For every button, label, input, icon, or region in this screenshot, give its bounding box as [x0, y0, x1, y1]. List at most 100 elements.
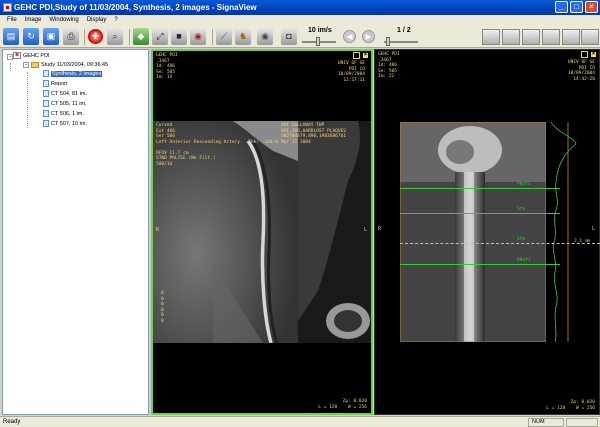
layout-1x2-button[interactable]: [502, 29, 520, 45]
patient-icon: [13, 52, 21, 60]
orientation-left: R: [378, 226, 382, 232]
speed-slider-thumb[interactable]: [316, 37, 320, 46]
measurement-value: 2.1 mm: [574, 239, 591, 244]
menu-display[interactable]: Display: [83, 15, 111, 26]
layout-2x2-button[interactable]: [542, 29, 560, 45]
diameter-profile-graph: [550, 122, 577, 342]
tree-item-series[interactable]: CT 507, 10 im.: [43, 120, 87, 128]
marker-line-sta: [400, 213, 560, 214]
orientation-left: R: [156, 227, 160, 233]
study-tree: GEHC PDI - - Study 11/03/2004, 09:36:45 …: [2, 49, 149, 415]
series-icon: [43, 120, 49, 128]
layout-4x4-button[interactable]: [581, 29, 599, 45]
tree-item-series[interactable]: CT 506, 1 im.: [43, 110, 84, 118]
toolbar-separator: [129, 29, 130, 45]
help-icon[interactable]: ✚: [88, 29, 103, 44]
toolbar-separator: [84, 29, 85, 45]
prev-icon[interactable]: ◀: [343, 30, 356, 43]
viewport-scale-ticks: 0 0 0 0 0 0: [161, 291, 164, 324]
walk-icon[interactable]: ♞: [235, 28, 251, 45]
close-viewport-icon[interactable]: ×: [362, 52, 369, 59]
window-icon[interactable]: ■: [171, 28, 187, 45]
viewport-left[interactable]: GEHC PDI .3467 Id: 486 Se: 505 Im: 14 UN…: [151, 49, 373, 415]
series-icon: [43, 90, 49, 98]
app-icon: [3, 3, 12, 12]
marker-line-stb: [400, 243, 600, 244]
toolbar-separator: [212, 29, 213, 45]
viewport-info-top-right: UNIV OF GE PDI CO 10/09/2004 12:17:11: [337, 61, 365, 83]
tree-expander[interactable]: -: [7, 54, 13, 60]
orientation-right: L: [363, 227, 367, 233]
close-button[interactable]: ×: [585, 1, 598, 13]
graph-label-sta: Sta: [517, 207, 526, 212]
page-slider-thumb[interactable]: [386, 37, 390, 46]
tree-expander[interactable]: -: [23, 62, 29, 68]
status-bar: Ready NUM: [0, 416, 600, 427]
title-bar[interactable]: GEHC PDI,Study of 11/03/2004, Synthesis,…: [0, 0, 600, 15]
tree-line: [10, 63, 11, 71]
window-controls: _ □ ×: [555, 1, 598, 13]
images-icon: [43, 70, 49, 78]
layout-1x1-button[interactable]: [482, 29, 500, 45]
tree-root[interactable]: GEHC PDI: [13, 52, 50, 60]
report-icon: [43, 80, 49, 88]
curved-annotation-right: AMI GALLOWAY TWP AMI,486,HARDLOST PLAQUE…: [281, 123, 347, 145]
vessel-straightened-image: [400, 122, 546, 342]
viewport-info-top-left: GEHC PDI .3467 Id: 486 Se: 505 Im: 22: [378, 52, 400, 79]
folder-icon: [31, 61, 39, 68]
graph-label-pref1: PRef1: [517, 182, 531, 187]
graph-label-dref1: DRef1: [517, 258, 531, 263]
print-icon[interactable]: ⎙: [63, 28, 79, 45]
curved-annotation: Curved Ext 486 Ser 500 Left Anterior Des…: [156, 123, 278, 167]
viewport-info-top-right: UNIV OF GE PDI CO 10/09/2004 14:42:28: [567, 60, 595, 82]
tree-item-report[interactable]: Report: [43, 80, 68, 88]
save-icon[interactable]: ▣: [43, 28, 59, 45]
compass-icon[interactable]: ◉: [190, 28, 206, 45]
viewport-info-bottom-right: Zp: 0.020 L = 128 W = 256: [546, 400, 595, 411]
page-label: 1 / 2: [397, 27, 411, 34]
close-viewport-icon[interactable]: ×: [590, 51, 597, 58]
maximize-viewport-icon[interactable]: [581, 51, 588, 58]
speed-label: 10 im/s: [308, 27, 332, 34]
menu-bar: File Image Windowing Display ?: [0, 15, 600, 26]
tree-line: [27, 72, 28, 128]
fit-icon[interactable]: ⤢: [152, 28, 168, 45]
ruler-icon[interactable]: ⟋: [216, 28, 232, 45]
app-window: GEHC PDI,Study of 11/03/2004, Synthesis,…: [0, 0, 600, 427]
menu-file[interactable]: File: [3, 15, 21, 26]
maximize-viewport-icon[interactable]: [353, 52, 360, 59]
window-title: GEHC PDI,Study of 11/03/2004, Synthesis,…: [14, 3, 257, 12]
zoom-icon[interactable]: ⌕: [107, 28, 123, 45]
eye-icon[interactable]: ◉: [257, 28, 273, 45]
tree-item-synthesis[interactable]: Synthesis, 2 images: [43, 70, 103, 78]
orientation-right: L: [591, 226, 595, 232]
ct-dark-region: [298, 121, 371, 343]
tree-item-series[interactable]: CT 504, 81 im.: [43, 90, 87, 98]
toolbar: ▤ ↻ ▣ ⎙ ✚ ⌕ ◆ ⤢ ■ ◉ ⟋ ♞ ◉ ◘ 10 im/s ◀ ▶ …: [0, 26, 600, 48]
viewport-info-bottom-right: Zp: 0.020 L = 128 W = 256: [318, 399, 367, 410]
marker-line-dref1: [400, 264, 560, 265]
tree-item-series[interactable]: CT 505, 11 im.: [43, 100, 87, 108]
tree-study[interactable]: Study 11/03/2004, 09:36:45: [31, 61, 108, 69]
viewport-info-top-left: GEHC PDI .3467 Id: 486 Se: 505 Im: 14: [156, 53, 178, 80]
menu-image[interactable]: Image: [21, 15, 46, 26]
maximize-button[interactable]: □: [570, 1, 583, 13]
series-icon: [43, 100, 49, 108]
status-num: NUM: [528, 418, 564, 427]
status-text: Ready: [3, 419, 21, 425]
layout-3x3-button[interactable]: [562, 29, 580, 45]
viewport-right[interactable]: GEHC PDI .3467 Id: 486 Se: 505 Im: 22 UN…: [374, 49, 600, 415]
next-icon[interactable]: ▶: [362, 30, 375, 43]
open-icon[interactable]: ▤: [3, 28, 19, 45]
layout-2x1-button[interactable]: [522, 29, 540, 45]
menu-help[interactable]: ?: [110, 15, 121, 26]
status-pane-empty: [566, 418, 598, 427]
cube-icon[interactable]: ◆: [133, 28, 149, 45]
minimize-button[interactable]: _: [555, 1, 568, 13]
marker-line-pref1: [400, 188, 560, 189]
camera-icon[interactable]: ◘: [281, 28, 297, 45]
menu-windowing[interactable]: Windowing: [45, 15, 82, 26]
viewport-controls: ×: [581, 51, 597, 58]
viewport-controls: ×: [353, 52, 369, 59]
refresh-icon[interactable]: ↻: [23, 28, 39, 45]
